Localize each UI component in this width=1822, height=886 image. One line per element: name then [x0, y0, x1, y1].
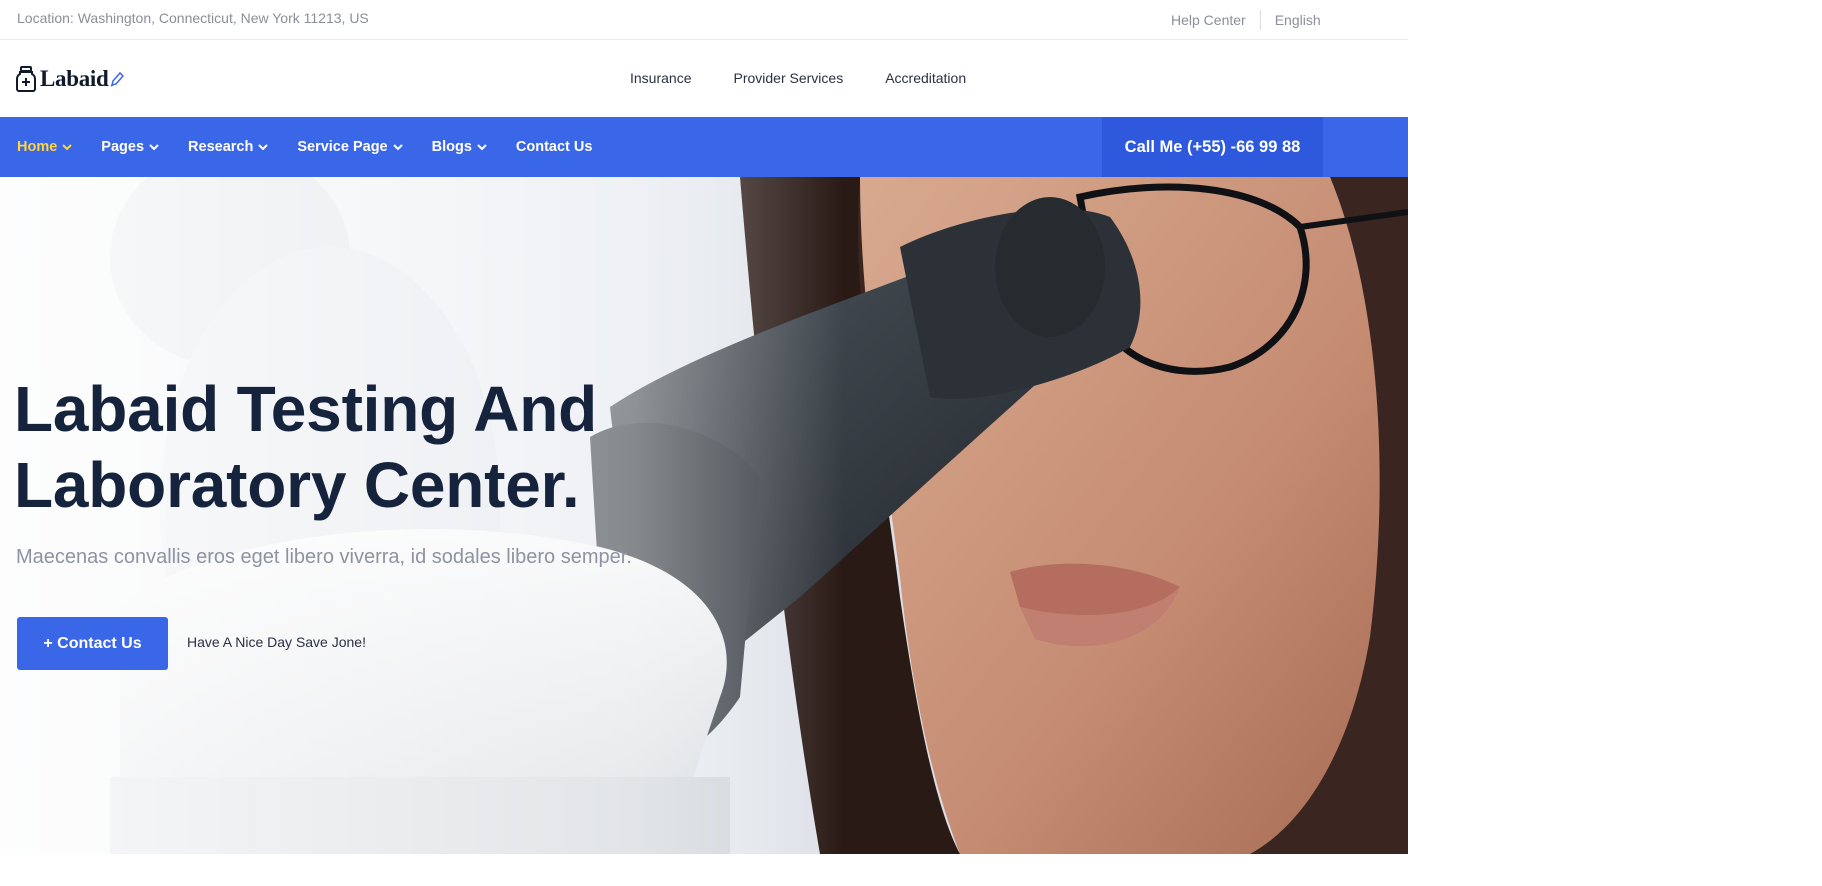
- nav-item-label: Service Page: [297, 139, 388, 155]
- nav-item-blogs[interactable]: Blogs: [432, 139, 487, 155]
- header-links: Insurance Provider Services Accreditatio…: [630, 70, 1008, 86]
- hero-note: Have A Nice Day Save Jone!: [187, 634, 366, 650]
- logo[interactable]: Labaid: [16, 66, 124, 92]
- nav-item-label: Pages: [101, 139, 145, 155]
- header: Labaid Insurance Provider Services Accre…: [0, 40, 1408, 117]
- top-bar-divider: [1259, 10, 1261, 30]
- hero-title-line: Laboratory Center.: [14, 449, 580, 521]
- top-bar-right: Help Center English: [1171, 10, 1321, 30]
- nav-item-home[interactable]: Home: [17, 139, 73, 155]
- top-bar: Location: Washington, Connecticut, New Y…: [0, 0, 1408, 40]
- nav-item-service-page[interactable]: Service Page: [297, 139, 403, 155]
- chevron-down-icon: [62, 143, 73, 150]
- chevron-down-icon: [149, 143, 159, 150]
- hero-subtitle: Maecenas convallis eros eget libero vive…: [16, 546, 632, 568]
- chevron-down-icon: [392, 143, 403, 150]
- provider-services-link[interactable]: Provider Services: [733, 70, 843, 86]
- main-nav: Home Pages Research Service Page Blogs C…: [0, 117, 1408, 177]
- insurance-link[interactable]: Insurance: [630, 70, 691, 86]
- nav-item-label: Home: [17, 139, 58, 155]
- language-selector[interactable]: English: [1275, 12, 1321, 28]
- hero-title: Labaid Testing And Laboratory Center.: [14, 371, 734, 523]
- nav-menu: Home Pages Research Service Page Blogs C…: [17, 117, 621, 177]
- nav-item-label: Contact Us: [515, 139, 593, 155]
- nav-item-contact-us[interactable]: Contact Us: [516, 139, 593, 155]
- logo-text: Labaid: [40, 66, 109, 91]
- pen-icon: [110, 71, 124, 87]
- medicine-bottle-icon: [16, 66, 36, 92]
- call-button[interactable]: Call Me (+55) -66 99 88: [1102, 117, 1323, 177]
- page: Location: Washington, Connecticut, New Y…: [0, 0, 1408, 854]
- chevron-down-icon: [477, 143, 487, 150]
- help-center-link[interactable]: Help Center: [1171, 12, 1246, 28]
- chevron-down-icon: [258, 143, 269, 150]
- location-text: Location: Washington, Connecticut, New Y…: [17, 10, 369, 26]
- nav-item-research[interactable]: Research: [188, 139, 269, 155]
- hero-section: Labaid Testing And Laboratory Center. Ma…: [0, 177, 1408, 854]
- contact-us-button[interactable]: + Contact Us: [17, 617, 168, 670]
- accreditation-link[interactable]: Accreditation: [885, 70, 966, 86]
- nav-item-label: Blogs: [431, 139, 472, 155]
- nav-item-pages[interactable]: Pages: [101, 139, 159, 155]
- hero-title-line: Labaid Testing And: [14, 373, 598, 445]
- nav-item-label: Research: [188, 139, 254, 155]
